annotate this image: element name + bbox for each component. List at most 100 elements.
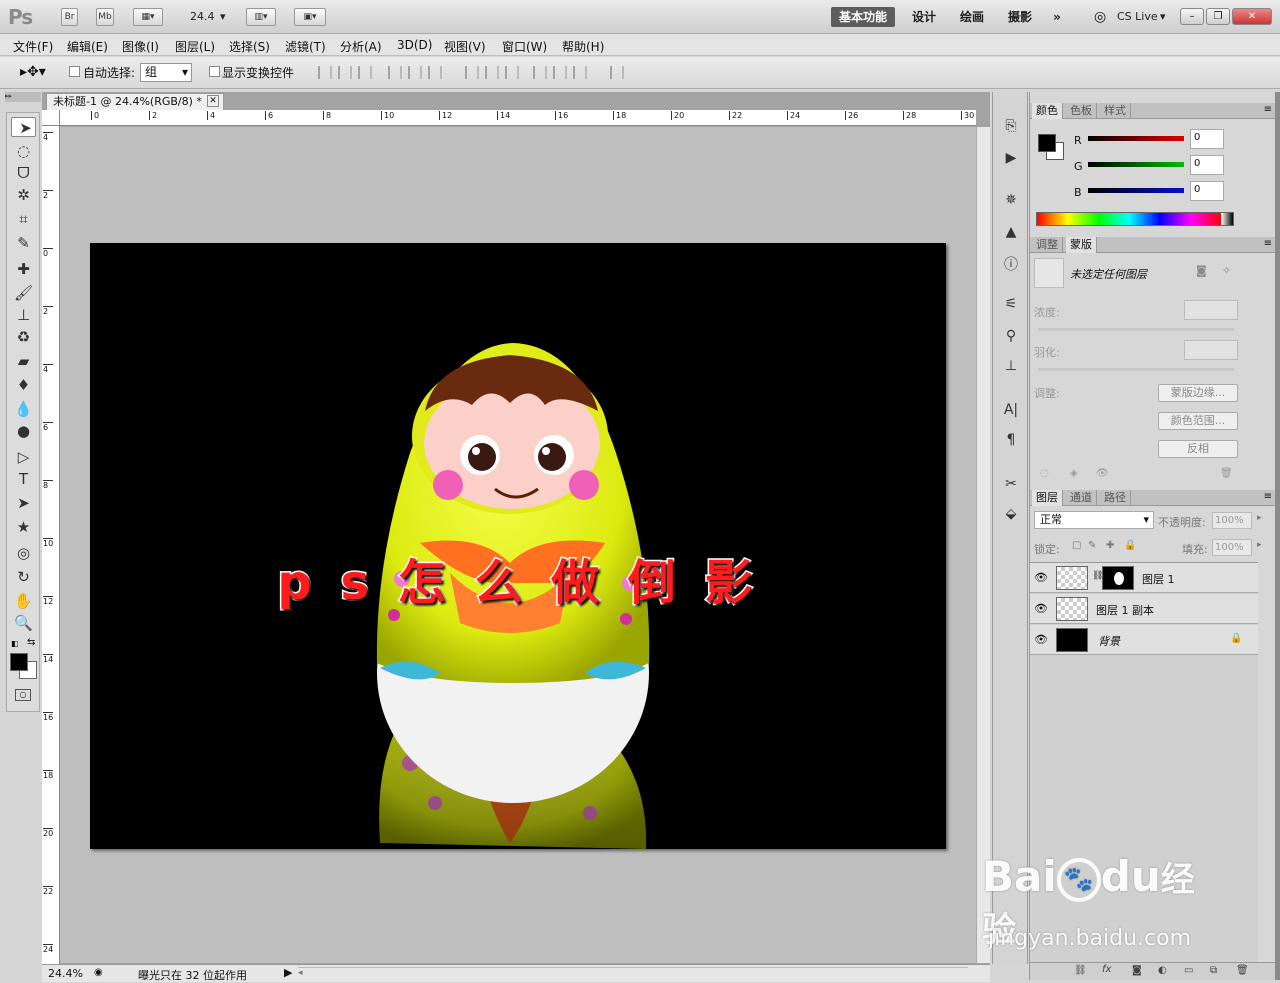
adjustment-layer-icon[interactable]: ◐ bbox=[1158, 965, 1167, 976]
distribute-left-icon[interactable] bbox=[533, 66, 547, 79]
dodge-tool-icon[interactable]: ● bbox=[11, 421, 36, 441]
eraser-tool-icon[interactable]: ▰ bbox=[11, 351, 36, 371]
panel-menu-icon[interactable]: ≡ bbox=[1264, 238, 1272, 249]
density-input[interactable] bbox=[1184, 300, 1238, 320]
more-workspaces-icon[interactable]: » bbox=[1044, 7, 1070, 27]
actions-panel-icon[interactable]: ▶ bbox=[1001, 150, 1021, 168]
tab-swatches[interactable]: 色板 bbox=[1066, 103, 1097, 119]
feather-input[interactable] bbox=[1184, 340, 1238, 360]
channel-r-slider[interactable] bbox=[1088, 136, 1184, 141]
screen-mode-button[interactable]: ▣▾ bbox=[294, 8, 326, 26]
tab-layers[interactable]: 图层 bbox=[1032, 490, 1063, 506]
align-vcenter-icon[interactable] bbox=[338, 66, 352, 79]
distribute-right-icon[interactable] bbox=[573, 66, 587, 79]
info-panel-icon[interactable]: ⓘ bbox=[1001, 254, 1021, 273]
brush-panel-icon[interactable]: ⚲ bbox=[1001, 328, 1021, 346]
lock-position-icon[interactable]: ✚ bbox=[1106, 540, 1114, 551]
layer-style-icon[interactable]: fx bbox=[1102, 964, 1111, 975]
channel-r-input[interactable]: 0 bbox=[1190, 129, 1224, 149]
brush-tool-icon[interactable]: 🖌 bbox=[11, 283, 36, 303]
align-bottom-icon[interactable] bbox=[358, 66, 372, 79]
zoom-dropdown-icon[interactable]: ▾ bbox=[220, 10, 226, 23]
vertical-ruler[interactable]: 4 2 0 2 4 6 8 10 12 14 16 18 20 22 24 bbox=[42, 126, 60, 964]
workspace-essentials[interactable]: 基本功能 bbox=[831, 7, 895, 27]
status-info-icon[interactable]: ◉ bbox=[94, 967, 103, 978]
blend-mode-select[interactable]: 正常 ▾ bbox=[1034, 511, 1154, 529]
eyedropper-tool-icon[interactable]: ✎ bbox=[11, 233, 36, 253]
vertical-scrollbar[interactable] bbox=[976, 127, 990, 963]
horizontal-scrollbar[interactable]: ◂ bbox=[298, 967, 968, 979]
menu-filter[interactable]: 滤镜(T) bbox=[285, 38, 326, 55]
type-tool-icon[interactable]: T bbox=[11, 469, 36, 489]
new-group-icon[interactable]: ▭ bbox=[1184, 965, 1193, 976]
density-slider[interactable] bbox=[1038, 328, 1234, 331]
histogram-panel-icon[interactable]: ▲ bbox=[1001, 224, 1021, 242]
arrange-documents-button[interactable]: ▥▾ bbox=[246, 8, 276, 26]
load-selection-icon[interactable]: ◌ bbox=[1040, 468, 1049, 479]
color-spectrum-ramp[interactable] bbox=[1036, 212, 1234, 226]
cs-live-menu[interactable]: CS Live bbox=[1117, 10, 1158, 23]
tab-adjustments[interactable]: 调整 bbox=[1032, 237, 1063, 253]
3d-panel-icon[interactable]: ⬙ bbox=[1001, 506, 1021, 524]
healing-brush-tool-icon[interactable]: ✚ bbox=[11, 259, 36, 279]
tab-masks[interactable]: 蒙版 bbox=[1066, 237, 1097, 253]
pen-tool-icon[interactable]: ▷ bbox=[11, 447, 36, 467]
3d-orbit-tool-icon[interactable]: ↻ bbox=[11, 567, 36, 587]
workspace-photography[interactable]: 摄影 bbox=[1001, 7, 1039, 27]
zoom-tool-icon[interactable]: 🔍 bbox=[11, 613, 36, 633]
quick-select-tool-icon[interactable]: ✲ bbox=[11, 185, 36, 205]
status-zoom[interactable]: 24.4% bbox=[48, 967, 83, 980]
feather-slider[interactable] bbox=[1038, 368, 1234, 371]
tab-channels[interactable]: 通道 bbox=[1066, 490, 1097, 506]
auto-select-checkbox[interactable] bbox=[69, 66, 80, 77]
status-menu-icon[interactable]: ▶ bbox=[284, 966, 292, 979]
shape-tool-icon[interactable]: ★ bbox=[11, 517, 36, 537]
minimize-button[interactable]: – bbox=[1180, 8, 1204, 25]
auto-select-dropdown[interactable]: 组 ▾ bbox=[140, 63, 192, 82]
lock-all-icon[interactable]: 🔒 bbox=[1124, 540, 1136, 551]
hand-tool-icon[interactable]: ✋ bbox=[11, 591, 36, 611]
workspace-design[interactable]: 设计 bbox=[905, 7, 943, 27]
history-brush-tool-icon[interactable]: ♻ bbox=[11, 327, 36, 347]
link-layers-icon[interactable]: ⛓ bbox=[1074, 965, 1087, 976]
panel-menu-icon[interactable]: ≡ bbox=[1264, 491, 1272, 502]
layer-row[interactable]: 👁 图层 1 副本 bbox=[1030, 594, 1258, 624]
cs-live-dropdown-icon[interactable]: ▾ bbox=[1160, 10, 1166, 23]
tab-paths[interactable]: 路径 bbox=[1100, 490, 1131, 506]
menu-window[interactable]: 窗口(W) bbox=[502, 38, 547, 55]
view-extras-button[interactable]: ▦▾ bbox=[133, 8, 163, 26]
opacity-arrow-icon[interactable]: ▸ bbox=[1257, 513, 1262, 523]
lasso-tool-icon[interactable]: ᗜ bbox=[11, 163, 36, 183]
menu-file[interactable]: 文件(F) bbox=[13, 38, 53, 55]
menu-3d[interactable]: 3D(D) bbox=[397, 38, 432, 52]
foreground-color-swatch[interactable] bbox=[10, 653, 28, 671]
new-layer-icon[interactable]: ⧉ bbox=[1210, 965, 1217, 976]
align-hcenter-icon[interactable] bbox=[408, 66, 422, 79]
distribute-top-icon[interactable] bbox=[465, 66, 479, 79]
close-button[interactable]: ✕ bbox=[1232, 8, 1272, 25]
bridge-button[interactable]: Br bbox=[61, 8, 78, 26]
fill-arrow-icon[interactable]: ▸ bbox=[1257, 540, 1262, 550]
layer-row[interactable]: 👁 ⛓ 图层 1 bbox=[1030, 563, 1258, 593]
opacity-input[interactable]: 100% bbox=[1212, 512, 1252, 529]
channel-g-slider[interactable] bbox=[1088, 162, 1184, 167]
workspace-painting[interactable]: 绘画 bbox=[953, 7, 991, 27]
channel-g-input[interactable]: 0 bbox=[1190, 155, 1224, 175]
move-tool-preset-icon[interactable]: ▸✥▾ bbox=[20, 64, 46, 80]
character-panel-icon[interactable]: A| bbox=[1001, 402, 1021, 420]
panel-menu-icon[interactable]: ≡ bbox=[1264, 104, 1272, 115]
paint-bucket-tool-icon[interactable]: ♦ bbox=[11, 375, 36, 395]
menu-analysis[interactable]: 分析(A) bbox=[340, 38, 382, 55]
panel-edge-scroll[interactable] bbox=[1275, 92, 1280, 980]
visibility-eye-icon[interactable]: 👁 bbox=[1034, 602, 1048, 615]
document-tab[interactable]: 未标题-1 @ 24.4%(RGB/8) * ✕ bbox=[46, 93, 224, 110]
layer-mask-thumbnail[interactable] bbox=[1102, 566, 1134, 590]
close-document-icon[interactable]: ✕ bbox=[207, 95, 219, 107]
toolbox-collapse[interactable]: ▸▸ bbox=[5, 92, 41, 102]
mini-bridge-button[interactable]: Mb bbox=[96, 8, 114, 26]
3d-rotate-tool-icon[interactable]: ◎ bbox=[11, 543, 36, 563]
channel-b-input[interactable]: 0 bbox=[1190, 181, 1224, 201]
menu-select[interactable]: 选择(S) bbox=[229, 38, 270, 55]
marquee-tool-icon[interactable]: ◌ bbox=[11, 141, 36, 161]
brush-presets-icon[interactable]: ⚟ bbox=[1001, 296, 1021, 314]
